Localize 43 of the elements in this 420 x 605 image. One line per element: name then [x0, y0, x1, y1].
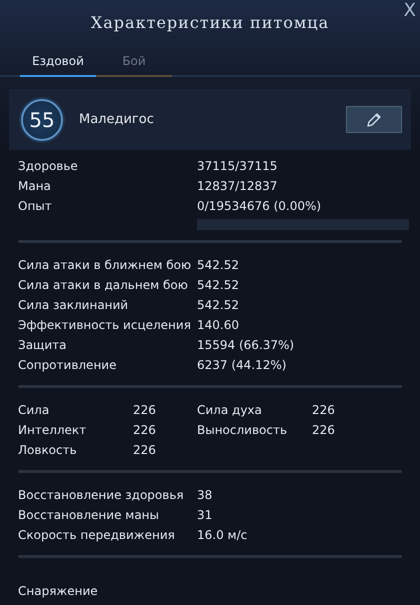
level-badge: 55	[21, 98, 63, 140]
attribute-label: Интеллект	[18, 423, 88, 437]
attribute-value: 226	[312, 423, 335, 437]
stat-value: 0/19534676 (0.00%)	[197, 199, 322, 213]
stat-label: Сила атаки в ближнем бою	[18, 258, 192, 272]
stat-label: Защита	[18, 338, 68, 352]
attribute-label: Сила	[18, 403, 50, 417]
stat-value: 542.52	[197, 258, 239, 272]
window-title: Характеристики питомца	[90, 12, 330, 32]
attribute-value: 226	[133, 403, 156, 417]
attribute-value: 226	[312, 403, 335, 417]
attribute-label: Ловкость	[18, 443, 78, 457]
stat-label: Сила заклинаний	[18, 298, 130, 312]
stat-label: Мана	[18, 179, 52, 193]
pet-name: Маледигос	[79, 112, 155, 127]
stat-value: 12837/12837	[197, 179, 278, 193]
stat-label: Восстановление здоровья	[18, 488, 185, 502]
stat-value: 15594 (66.37%)	[197, 338, 294, 352]
attribute-label: Сила духа	[197, 403, 263, 417]
attribute-value: 226	[133, 423, 156, 437]
attribute-value: 226	[133, 443, 156, 457]
edit-button[interactable]	[346, 106, 402, 133]
tab[interactable]: Ездовой	[20, 48, 96, 77]
stat-value: 6237 (44.12%)	[197, 358, 286, 372]
attribute-label: Выносливость	[197, 423, 288, 437]
stat-value: 38	[197, 488, 212, 502]
stat-value: 542.52	[197, 278, 239, 292]
stat-label: Восстановление маны	[18, 508, 160, 522]
stat-label: Опыт	[18, 199, 53, 213]
stat-label: Скорость передвижения	[18, 528, 176, 542]
stat-label: Эффективность исцеления	[18, 318, 192, 332]
stat-value: 16.0 м/с	[197, 528, 248, 542]
close-button[interactable]: X	[402, 0, 418, 21]
tab[interactable]: Бой	[96, 48, 172, 77]
stat-label: Здоровье	[18, 159, 79, 173]
stat-label: Сила атаки в дальнем бою	[18, 278, 189, 292]
pencil-icon	[365, 110, 383, 128]
stat-value: 542.52	[197, 298, 239, 312]
stat-value: 37115/37115	[197, 159, 278, 173]
stat-value: 140.60	[197, 318, 239, 332]
stat-label: Сопротивление	[18, 358, 118, 372]
equipment-label: Снаряжение	[18, 584, 98, 598]
stat-value: 31	[197, 508, 212, 522]
